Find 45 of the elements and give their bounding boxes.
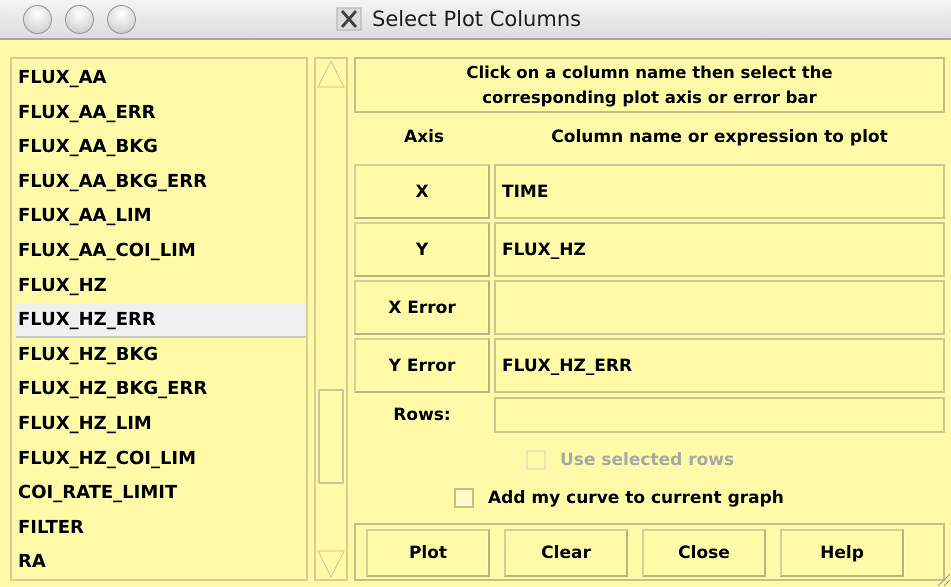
checkbox-label: Use selected rows	[560, 450, 734, 470]
expression-field[interactable]: FLUX_HZ_ERR	[494, 338, 945, 393]
column-list-item[interactable]: FLUX_HZ	[16, 268, 306, 304]
expression-heading: Column name or expression to plot	[550, 127, 889, 147]
expression-field[interactable]	[494, 280, 945, 335]
column-list-item[interactable]: FLUX_AA_BKG_ERR	[16, 164, 306, 200]
column-list-item[interactable]: COI_RATE_LIMIT	[16, 476, 306, 511]
column-list-item[interactable]: FLUX_HZ_BKG	[16, 338, 306, 372]
window-title: Select Plot Columns	[372, 7, 582, 31]
axis-heading: Axis	[402, 127, 446, 147]
scrollbar[interactable]	[314, 57, 348, 581]
column-list-item[interactable]: FLUX_HZ_ERR	[16, 303, 306, 338]
axis-button[interactable]: X	[354, 164, 490, 219]
rows-field[interactable]	[494, 397, 945, 433]
resize-grip-icon[interactable]	[935, 571, 951, 587]
window-control-button[interactable]	[65, 4, 94, 34]
dialog-button[interactable]: Plot	[366, 529, 490, 577]
column-list-item[interactable]: FLUX_AA	[16, 61, 306, 96]
rows-label: Rows:	[392, 405, 452, 425]
column-list-item[interactable]: RA	[16, 545, 306, 580]
axis-button[interactable]: X Error	[354, 280, 490, 335]
column-list-item[interactable]: FLUX_AA_LIM	[16, 199, 306, 234]
expression-field[interactable]: TIME	[494, 164, 945, 219]
scrollbar-thumb[interactable]	[318, 389, 344, 484]
window-control-button[interactable]	[107, 4, 136, 34]
scroll-up-arrow-icon[interactable]	[316, 59, 346, 89]
expression-field[interactable]: FLUX_HZ	[494, 222, 945, 277]
checkbox-label: Add my curve to current graph	[488, 488, 784, 508]
x-window-icon	[336, 7, 362, 31]
axis-button[interactable]: Y Error	[354, 338, 490, 393]
dialog-button[interactable]: Clear	[504, 529, 628, 577]
scroll-down-arrow-icon[interactable]	[316, 549, 346, 579]
column-list-item[interactable]: FLUX_AA_COI_LIM	[16, 234, 306, 269]
axis-button[interactable]: Y	[354, 222, 490, 277]
column-list-item[interactable]: FILTER	[16, 510, 306, 546]
column-list-item[interactable]: FLUX_AA_BKG	[16, 130, 306, 165]
instructions-text: Click on a column name then select the corresponding plot axis or error bar	[354, 57, 945, 113]
column-list-item[interactable]: FLUX_HZ_COI_LIM	[16, 442, 306, 476]
column-list-item[interactable]: FLUX_AA_ERR	[16, 96, 306, 130]
checkbox[interactable]	[454, 488, 474, 508]
dialog-button[interactable]: Close	[642, 529, 766, 577]
column-list-item[interactable]: FLUX_HZ_LIM	[16, 406, 306, 442]
window-control-button[interactable]	[23, 4, 52, 34]
dialog-button[interactable]: Help	[780, 529, 904, 577]
column-list-item[interactable]: FLUX_HZ_BKG_ERR	[16, 372, 306, 407]
